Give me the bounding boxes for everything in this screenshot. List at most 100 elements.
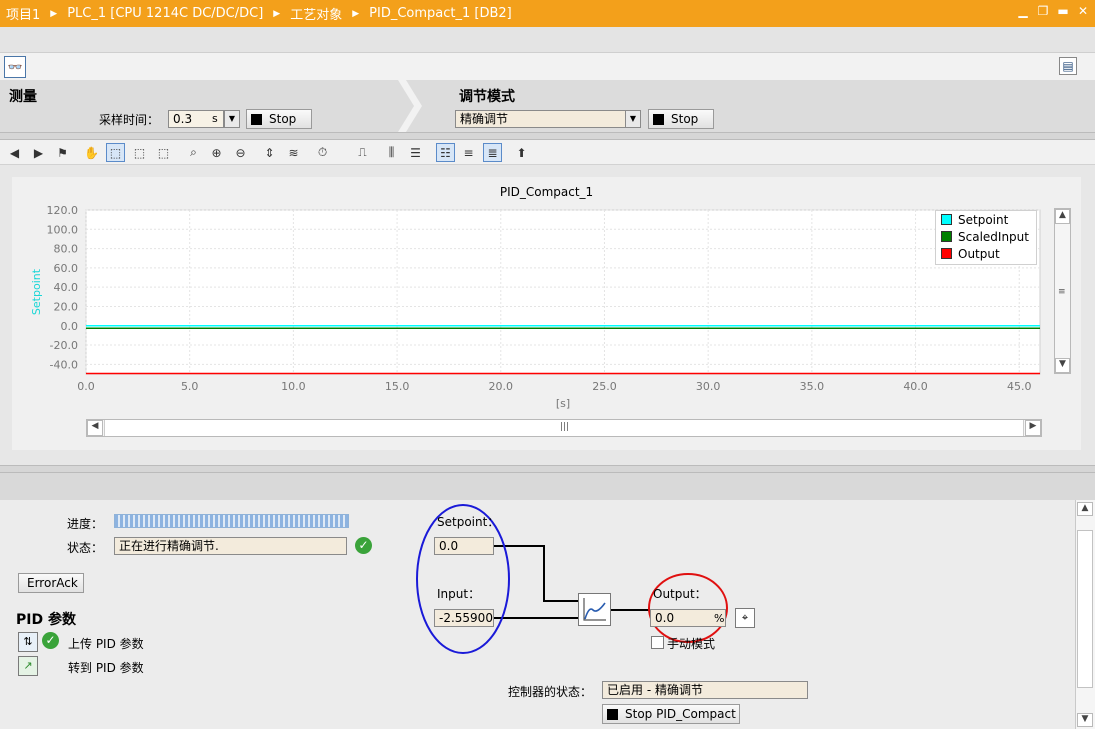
stop-pid-compact-label: Stop PID_Compact <box>625 707 736 721</box>
title-bar: 项目1 ▶ PLC_1 [CPU 1214C DC/DC/DC] ▶ 工艺对象 … <box>0 0 1095 27</box>
glasses-monitor-icon[interactable]: 👓 <box>4 56 26 78</box>
chart-legend: Setpoint ScaledInput Output <box>935 210 1037 265</box>
y-tick-label: -20.0 <box>50 339 78 352</box>
forward-icon[interactable]: ▶ <box>29 143 48 162</box>
legend-item-output[interactable]: Output <box>936 245 1036 262</box>
sampling-time-label: 采样时间： <box>99 113 160 127</box>
input-value: -2.559007 <box>434 609 494 627</box>
manual-mode-label: 手动模式 <box>667 637 716 651</box>
legend-swatch <box>941 214 952 225</box>
scroll-right-icon[interactable]: ▶ <box>1025 420 1041 436</box>
controller-state-value: 已启用 - 精确调节 <box>602 681 808 699</box>
legend-swatch <box>941 231 952 242</box>
breadcrumb-plc[interactable]: PLC_1 [CPU 1214C DC/DC/DC] <box>67 6 263 21</box>
align-left-icon[interactable]: ≡ <box>459 143 478 162</box>
scroll-thumb[interactable]: ||| <box>104 420 1024 436</box>
y-tick-label: 80.0 <box>54 243 79 256</box>
pid-controller-block <box>578 593 611 626</box>
splitter-top[interactable] <box>0 132 1095 140</box>
x-tick-label: 10.0 <box>281 380 306 393</box>
breadcrumb-pid-db[interactable]: PID_Compact_1 [DB2] <box>369 6 512 21</box>
setpoint-value: 0.0 <box>434 537 494 555</box>
fit-y-icon[interactable]: ≋ <box>284 143 303 162</box>
manual-value-icon[interactable]: ⌖ <box>735 608 755 628</box>
pan-hand-icon[interactable]: ✋ <box>82 143 101 162</box>
tuning-dropdown-icon[interactable]: ▼ <box>625 110 641 128</box>
legend-item-scaledinput[interactable]: ScaledInput <box>936 228 1036 245</box>
scroll-grip-icon: ≡ <box>1058 287 1066 297</box>
time-range-icon[interactable]: ⏱ <box>313 143 332 162</box>
x-tick-label: 25.0 <box>592 380 617 393</box>
restore-icon[interactable]: ❐ <box>1037 5 1049 17</box>
measure-stop-button[interactable]: Stop <box>246 109 312 129</box>
breadcrumb-separator-icon: ▶ <box>273 8 281 19</box>
minimize-icon[interactable]: ▁ <box>1017 5 1029 17</box>
chart-horizontal-scrollbar[interactable]: ◀ ||| ▶ <box>86 419 1042 437</box>
zoom-100-icon[interactable]: ⌕ <box>184 143 203 162</box>
window-settings-icon[interactable]: ▤ <box>1059 57 1077 75</box>
signal-icon[interactable]: ⎍ <box>353 143 372 162</box>
close-icon[interactable]: ✕ <box>1077 5 1089 17</box>
align-right-icon[interactable]: ≣ <box>483 143 502 162</box>
output-label: Output： <box>653 587 707 601</box>
stop-square-icon <box>251 113 262 125</box>
scroll-up-icon[interactable]: ▲ <box>1077 502 1093 516</box>
splitter-gap <box>0 473 1095 500</box>
vertical-cursor-icon[interactable]: ⫼ <box>382 143 401 162</box>
zoom-y-icon[interactable]: ⬚ <box>154 143 173 162</box>
fit-all-icon[interactable]: ⇕ <box>260 143 279 162</box>
chart-vertical-scrollbar[interactable]: ▲ ≡ ▼ <box>1054 208 1071 374</box>
scroll-left-icon[interactable]: ◀ <box>87 420 103 436</box>
x-tick-label: 45.0 <box>1007 380 1032 393</box>
output-unit: % <box>714 612 725 625</box>
breadcrumb-project[interactable]: 项目1 <box>6 4 40 23</box>
stop-pid-compact-button[interactable]: Stop PID_Compact <box>602 704 740 724</box>
tuning-mode-select[interactable]: 精确调节 <box>455 110 627 128</box>
controller-state-label: 控制器的状态： <box>508 685 593 699</box>
y-tick-label: 60.0 <box>54 262 79 275</box>
splitter-bottom[interactable] <box>0 465 1095 473</box>
scroll-up-icon[interactable]: ▲ <box>1055 209 1070 224</box>
sampling-time-unit: s <box>212 112 218 125</box>
chevron-separator-icon <box>398 80 422 132</box>
y-tick-label: -40.0 <box>50 358 78 371</box>
zoom-out-icon[interactable]: ⊖ <box>231 143 250 162</box>
zoom-in-icon[interactable]: ⊕ <box>207 143 226 162</box>
tuning-title: 调节模式 <box>459 89 515 105</box>
breadcrumb-technology-objects[interactable]: 工艺对象 <box>290 4 342 23</box>
manual-mode-checkbox[interactable] <box>651 636 664 649</box>
maximize-icon[interactable]: ▬ <box>1057 5 1069 17</box>
tab-strip <box>0 27 1095 53</box>
input-label: Input： <box>437 587 481 601</box>
pid-step-response-icon <box>583 598 606 621</box>
legend-item-setpoint[interactable]: Setpoint <box>936 211 1036 228</box>
y-axis-label: Setpoint <box>30 268 43 315</box>
x-tick-label: 0.0 <box>77 380 95 393</box>
scroll-down-icon[interactable]: ▼ <box>1077 713 1093 727</box>
horizontal-cursor-icon[interactable]: ☰ <box>406 143 425 162</box>
x-tick-label: 20.0 <box>489 380 514 393</box>
legend-label: ScaledInput <box>958 229 1029 244</box>
y-tick-label: 40.0 <box>54 281 79 294</box>
x-tick-label: 30.0 <box>696 380 721 393</box>
export-icon[interactable]: ⬆ <box>512 143 531 162</box>
tuning-stop-button[interactable]: Stop <box>648 109 714 129</box>
x-tick-label: 5.0 <box>181 380 199 393</box>
setpoint-label: Setpoint： <box>437 515 500 529</box>
tuning-stop-label: Stop <box>671 112 699 126</box>
breadcrumb-separator-icon: ▶ <box>352 8 360 19</box>
panel-vertical-scrollbar[interactable]: ▲ ▼ <box>1075 500 1095 729</box>
legend-label: Setpoint <box>958 212 1009 227</box>
sampling-dropdown-icon[interactable]: ▼ <box>224 110 240 128</box>
scroll-thumb[interactable] <box>1077 530 1093 688</box>
zoom-x-icon[interactable]: ⬚ <box>130 143 149 162</box>
scroll-down-icon[interactable]: ▼ <box>1055 358 1070 373</box>
legend-list-icon[interactable]: ☷ <box>436 143 455 162</box>
plot-area[interactable]: 120.0 100.0 80.0 60.0 40.0 20.0 0.0 -20.0 -40.0 0… <box>12 177 1081 417</box>
back-icon[interactable]: ◀ <box>5 143 24 162</box>
y-tick-label: 120.0 <box>47 204 79 217</box>
zoom-box-icon[interactable]: ⬚ <box>106 143 125 162</box>
legend-swatch <box>941 248 952 259</box>
flag-icon[interactable]: ⚑ <box>53 143 72 162</box>
top-toolbar: 👓 ▤ <box>0 53 1095 80</box>
